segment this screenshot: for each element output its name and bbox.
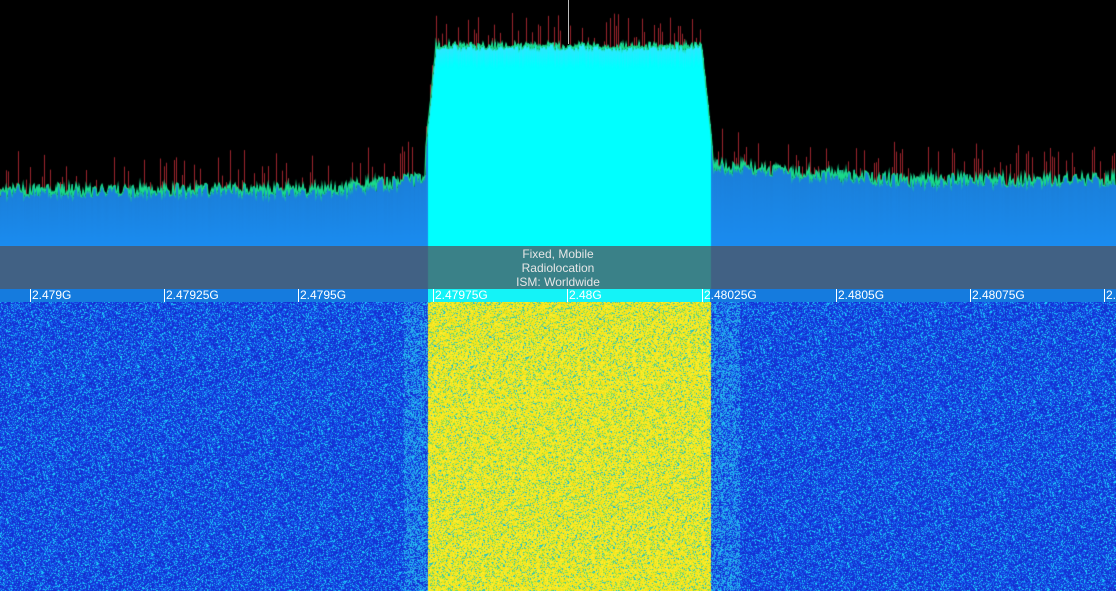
freq-tick: 2.4 — [1104, 289, 1116, 302]
freq-tick: 2.479G — [30, 289, 72, 302]
center-frequency-marker[interactable] — [568, 0, 569, 44]
freq-tick: 2.48075G — [970, 289, 1025, 302]
frequency-axis[interactable]: 2.479G 2.47925G 2.4795G 2.47975G 2.48G 2… — [0, 289, 1116, 302]
band-plan-line-radiolocation: Radiolocation — [521, 261, 595, 275]
sdr-receiver-view: Fixed, Mobile Radiolocation ISM: Worldwi… — [0, 0, 1116, 591]
freq-tick: 2.4795G — [298, 289, 347, 302]
freq-tick: 2.48025G — [702, 289, 757, 302]
band-plan-line-fixed-mobile: Fixed, Mobile — [522, 247, 594, 261]
freq-tick: 2.47975G — [433, 289, 488, 302]
waterfall-display[interactable] — [0, 302, 1116, 591]
freq-tick: 2.48G — [567, 289, 602, 302]
freq-tick: 2.4805G — [836, 289, 885, 302]
band-plan-line-ism: ISM: Worldwide — [516, 275, 600, 289]
band-plan-labels: Fixed, Mobile Radiolocation ISM: Worldwi… — [0, 246, 1116, 290]
freq-tick: 2.47925G — [164, 289, 219, 302]
